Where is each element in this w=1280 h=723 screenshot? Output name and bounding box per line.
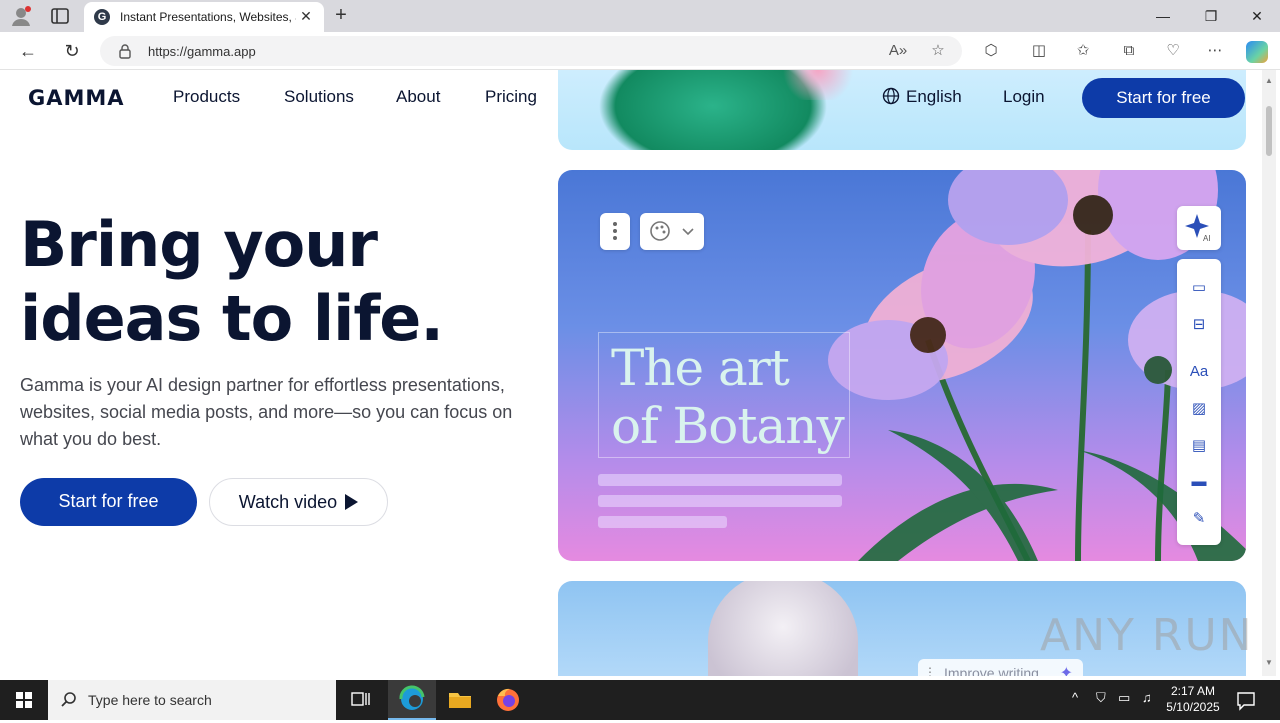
scroll-down-icon[interactable]: ▼ <box>1264 658 1274 667</box>
gamma-logo[interactable]: GAMMA <box>28 86 125 110</box>
hero-title: Bring your ideas to life. <box>20 208 444 356</box>
address-toolbar: ← ↻ https://gamma.app A» ☆ ⬡ ◫ ✩ ⧉ ♡ ⋯ <box>0 32 1280 70</box>
file-explorer-icon[interactable] <box>436 680 484 720</box>
minimize-icon[interactable]: — <box>1140 4 1186 28</box>
add-card-icon[interactable]: ▭ <box>1187 277 1211 299</box>
more-menu-icon[interactable]: ⋯ <box>1204 41 1226 61</box>
anyrun-watermark: ANY RUN <box>1040 610 1254 661</box>
nav-products[interactable]: Products <box>173 87 240 107</box>
taskbar-search-box[interactable]: Type here to search <box>48 680 336 720</box>
edge-taskbar-app[interactable] <box>388 680 436 720</box>
layout-icon[interactable]: ⊟ <box>1187 314 1211 336</box>
hero-title-line1: Bring your <box>20 208 378 281</box>
profile-icon[interactable] <box>10 5 32 27</box>
globe-icon <box>882 87 900 105</box>
language-label: English <box>906 87 962 106</box>
improve-writing-chip[interactable]: ⋮ Improve writing ✦ <box>918 659 1083 676</box>
embed-icon[interactable]: ▬ <box>1187 471 1211 493</box>
back-icon[interactable]: ← <box>16 40 40 62</box>
tab-actions-icon[interactable] <box>50 7 70 25</box>
hero-title-line2: ideas to life. <box>20 282 444 355</box>
window-close-icon[interactable]: ✕ <box>1234 4 1280 28</box>
hero-subtitle: Gamma is your AI design partner for effo… <box>20 375 513 449</box>
lock-icon[interactable] <box>118 43 132 59</box>
language-selector[interactable]: English <box>882 87 962 107</box>
text-style-icon[interactable]: Aa <box>1187 361 1211 383</box>
page-scrollbar[interactable]: ▲ ▼ <box>1262 70 1276 676</box>
split-screen-icon[interactable]: ◫ <box>1028 41 1050 61</box>
sparkle-icon: ✦ <box>1059 665 1073 676</box>
favorites-icon[interactable]: ✩ <box>1072 41 1094 61</box>
browser-essentials-icon[interactable]: ♡ <box>1162 41 1184 61</box>
search-icon <box>61 692 76 707</box>
copilot-icon[interactable] <box>1246 41 1268 63</box>
card-side-toolbar: ▭ ⊟ Aa ▨ ▤ ▬ ✎ <box>1177 259 1221 545</box>
new-tab-icon[interactable]: + <box>330 5 352 27</box>
nav-solutions[interactable]: Solutions <box>284 87 354 107</box>
site-header: GAMMA Products Solutions About Pricing E… <box>4 70 1262 126</box>
theme-picker-button[interactable] <box>640 213 704 250</box>
gamma-favicon-icon: G <box>94 9 110 25</box>
watch-video-button[interactable]: Watch video <box>209 478 388 526</box>
firefox-icon[interactable] <box>484 680 532 720</box>
card-title: The art of Botany <box>598 332 850 458</box>
video-icon[interactable]: ▤ <box>1187 435 1211 457</box>
improve-writing-label: Improve writing <box>944 665 1039 676</box>
image-icon[interactable]: ▨ <box>1187 398 1211 420</box>
page-viewport: The art of Botany AI ▭ ⊟ Aa ▨ ▤ ▬ ✎ ⋮ Im… <box>4 70 1262 676</box>
ai-sparkle-button[interactable]: AI <box>1177 206 1221 250</box>
clock-time: 2:17 AM <box>1170 684 1216 698</box>
login-link[interactable]: Login <box>1003 87 1045 107</box>
start-for-free-header-button[interactable]: Start for free <box>1082 78 1245 118</box>
collections-icon[interactable]: ⧉ <box>1118 41 1140 61</box>
play-icon <box>345 494 359 510</box>
task-view-icon[interactable] <box>336 680 384 720</box>
clock-date: 5/10/2025 <box>1166 700 1220 714</box>
card-image-decoration <box>708 581 858 676</box>
edge-icon <box>399 685 425 710</box>
vertical-dots-icon: ⋮ <box>924 665 936 676</box>
watch-video-label: Watch video <box>238 492 338 512</box>
start-for-free-button[interactable]: Start for free <box>20 478 197 526</box>
show-hidden-icons-icon[interactable]: ^ <box>1072 690 1078 705</box>
extensions-icon[interactable]: ⬡ <box>980 41 1002 61</box>
text-placeholder-line <box>598 495 842 507</box>
edit-icon[interactable]: ✎ <box>1187 508 1211 530</box>
address-bar[interactable]: https://gamma.app A» ☆ <box>100 36 962 66</box>
vertical-dots-icon <box>613 222 617 240</box>
volume-icon[interactable]: ♫ <box>1142 690 1152 705</box>
notifications-icon[interactable] <box>1232 688 1260 712</box>
card-menu-button[interactable] <box>600 213 630 250</box>
text-placeholder-line <box>598 516 727 528</box>
read-aloud-icon[interactable]: A» <box>888 42 908 60</box>
url-text[interactable]: https://gamma.app <box>148 44 256 59</box>
scrollbar-thumb[interactable] <box>1266 106 1272 156</box>
ai-sparkle-icon <box>1185 214 1209 238</box>
network-security-icon[interactable]: ⛉ <box>1096 690 1106 706</box>
favorite-star-icon[interactable]: ☆ <box>928 42 948 60</box>
tab-bar: G Instant Presentations, Websites, a ✕ +… <box>0 0 1280 32</box>
nav-pricing[interactable]: Pricing <box>485 87 537 107</box>
search-placeholder: Type here to search <box>88 692 212 708</box>
preview-card-botany: The art of Botany AI ▭ ⊟ Aa ▨ ▤ ▬ ✎ <box>558 170 1246 561</box>
network-icon[interactable]: ▭ <box>1118 690 1130 706</box>
card-title-line1: The art <box>611 339 790 397</box>
windows-start-icon[interactable] <box>0 680 48 720</box>
nav-about[interactable]: About <box>396 87 440 107</box>
windows-taskbar: Type here to search ^ ⛉ ▭ ♫ 2:17 AM 5/10… <box>0 680 1280 720</box>
refresh-icon[interactable]: ↻ <box>60 40 84 62</box>
taskbar-clock[interactable]: 2:17 AM 5/10/2025 <box>1160 683 1226 715</box>
scroll-up-icon[interactable]: ▲ <box>1264 76 1274 85</box>
active-tab[interactable]: G Instant Presentations, Websites, a ✕ <box>84 2 324 32</box>
ai-badge: AI <box>1203 234 1211 243</box>
text-placeholder-line <box>598 474 842 486</box>
restore-icon[interactable]: ❐ <box>1188 4 1234 28</box>
tab-title: Instant Presentations, Websites, a <box>120 10 296 24</box>
card-title-line2: of Botany <box>611 397 845 455</box>
palette-icon <box>650 221 694 241</box>
tab-close-icon[interactable]: ✕ <box>298 8 314 24</box>
